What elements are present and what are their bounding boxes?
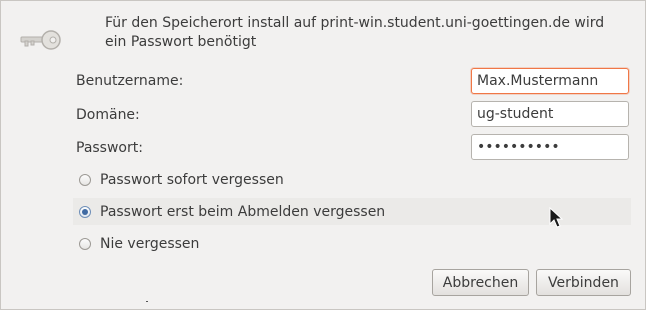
artifact-dot [146, 301, 148, 302]
radio-label: Passwort erst beim Abmelden vergessen [100, 203, 386, 220]
radio-button[interactable] [79, 205, 91, 218]
radio-label: Passwort sofort vergessen [100, 171, 284, 188]
cancel-button[interactable]: Abbrechen [432, 269, 529, 296]
password-dialog: Für den Speicherort install auf print-wi… [0, 0, 646, 310]
radio-label: Nie vergessen [100, 235, 200, 252]
username-label: Benutzername: [76, 73, 184, 89]
radio-forget-on-logout[interactable]: Passwort erst beim Abmelden vergessen [73, 198, 631, 225]
key-icon [20, 30, 61, 50]
radio-button[interactable] [79, 173, 91, 186]
radio-forget-immediately[interactable]: Passwort sofort vergessen [73, 166, 631, 193]
radio-button[interactable] [79, 237, 91, 250]
domain-label: Domäne: [76, 107, 140, 123]
password-field[interactable] [471, 134, 629, 160]
password-label: Passwort: [76, 140, 143, 156]
dialog-message: Für den Speicherort install auf print-wi… [105, 15, 605, 50]
connect-button[interactable]: Verbinden [536, 269, 631, 296]
mouse-pointer-icon [549, 207, 563, 228]
radio-never-forget[interactable]: Nie vergessen [73, 230, 631, 257]
domain-field[interactable] [471, 101, 629, 127]
username-field[interactable] [471, 68, 629, 94]
